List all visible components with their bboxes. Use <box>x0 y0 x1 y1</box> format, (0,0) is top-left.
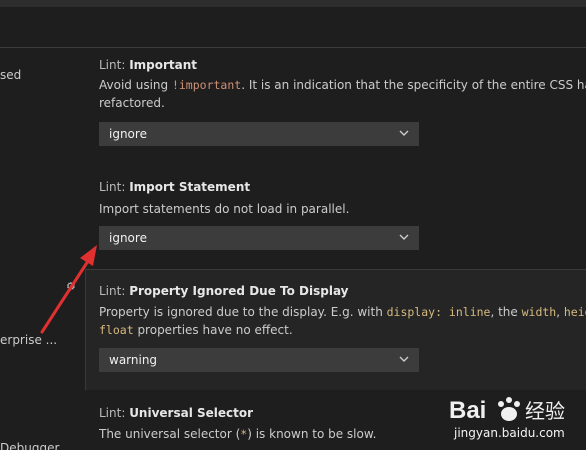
svg-text:经验: 经验 <box>525 399 565 423</box>
settings-editor: sed ⚙ erprise ... Debugger Lint: Importa… <box>0 0 586 450</box>
watermark-url: jingyan.baidu.com <box>454 426 565 440</box>
svg-text:Bai: Bai <box>449 397 486 424</box>
annotation-arrow <box>40 245 97 334</box>
baidu-logo: Bai 经验 <box>449 397 565 424</box>
